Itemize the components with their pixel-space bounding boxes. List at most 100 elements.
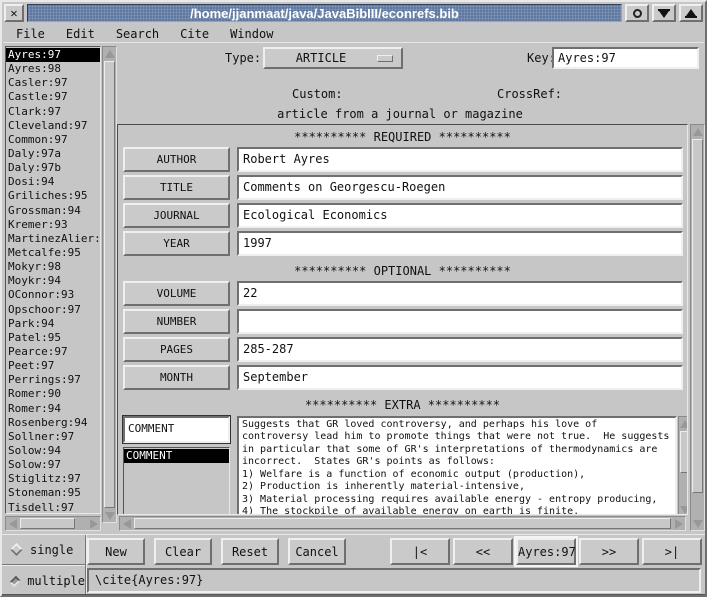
reference-list-vscrollbar[interactable] bbox=[102, 46, 117, 523]
extra-field-selector-input[interactable]: COMMENT bbox=[123, 416, 230, 443]
scroll-right-icon[interactable] bbox=[672, 517, 685, 530]
new-button[interactable]: New bbox=[87, 538, 145, 565]
reference-list-item[interactable]: Kremer:93 bbox=[6, 218, 100, 232]
scroll-trough[interactable] bbox=[691, 138, 704, 517]
reference-list-item[interactable]: Metcalfe:95 bbox=[6, 246, 100, 260]
scroll-left-icon[interactable] bbox=[120, 517, 133, 530]
maximize-button[interactable] bbox=[679, 4, 703, 22]
reference-list-item[interactable]: Solow:94 bbox=[6, 444, 100, 458]
reference-list-item[interactable]: Solow:97 bbox=[6, 458, 100, 472]
reference-list-item[interactable]: Patel:95 bbox=[6, 331, 100, 345]
reference-list-item[interactable]: Daly:97b bbox=[6, 161, 100, 175]
mode-multiple-radio[interactable]: multiple bbox=[2, 566, 85, 596]
menu-item[interactable]: Cite bbox=[180, 27, 209, 41]
reference-list-item[interactable]: Daly:97a bbox=[6, 147, 100, 161]
reference-list-item[interactable]: Casler:97 bbox=[6, 76, 100, 90]
cite-command-field[interactable]: \cite{Ayres:97} bbox=[87, 568, 701, 593]
key-input[interactable]: Ayres:97 bbox=[552, 47, 699, 69]
reference-list-item[interactable]: Common:97 bbox=[6, 133, 100, 147]
field-text-input[interactable] bbox=[237, 309, 683, 334]
reference-list-item[interactable]: Opschoor:97 bbox=[6, 303, 100, 317]
reference-list-hscrollbar[interactable] bbox=[5, 516, 101, 531]
reference-list-item[interactable]: Moykr:94 bbox=[6, 274, 100, 288]
reference-list-item[interactable]: OConnor:93 bbox=[6, 288, 100, 302]
reference-list-item[interactable]: Peet:97 bbox=[6, 359, 100, 373]
shade-button[interactable] bbox=[652, 4, 676, 22]
field-label-button[interactable]: AUTHOR bbox=[123, 147, 230, 172]
field-label-button[interactable]: NUMBER bbox=[123, 309, 230, 334]
comment-vscrollbar[interactable] bbox=[678, 416, 688, 515]
scroll-down-icon[interactable] bbox=[679, 503, 688, 515]
form-hscrollbar[interactable] bbox=[119, 516, 686, 531]
field-label-button[interactable]: VOLUME bbox=[123, 281, 230, 306]
clear-button[interactable]: Clear bbox=[154, 538, 212, 565]
scroll-trough[interactable] bbox=[133, 517, 672, 530]
type-dropdown[interactable]: ARTICLE bbox=[263, 47, 403, 69]
nav-button[interactable]: Ayres:97 bbox=[516, 538, 576, 565]
scroll-down-icon[interactable] bbox=[691, 517, 704, 530]
reference-list-item[interactable]: Sollner:97 bbox=[6, 430, 100, 444]
comment-textarea[interactable]: Suggests that GR loved controversy, and … bbox=[237, 416, 677, 515]
scroll-trough[interactable] bbox=[19, 517, 87, 530]
field-text-input[interactable]: Comments on Georgescu-Roegen bbox=[237, 175, 683, 200]
scroll-up-icon[interactable] bbox=[691, 125, 704, 138]
scroll-trough[interactable] bbox=[679, 430, 688, 503]
nav-button[interactable]: << bbox=[453, 538, 513, 565]
scroll-thumb[interactable] bbox=[680, 431, 688, 473]
scroll-thumb[interactable] bbox=[134, 518, 671, 529]
reference-list-item[interactable]: Griliches:95 bbox=[6, 189, 100, 203]
close-button[interactable]: ✕ bbox=[4, 4, 24, 22]
reference-list-item[interactable]: Stoneman:95 bbox=[6, 486, 100, 500]
reference-list-item[interactable]: Romer:94 bbox=[6, 402, 100, 416]
field-text-input[interactable]: 1997 bbox=[237, 231, 683, 256]
reference-list-item[interactable]: Tisdell:97 bbox=[6, 501, 100, 515]
menu-item[interactable]: Window bbox=[230, 27, 273, 41]
mode-single-radio[interactable]: single bbox=[2, 535, 85, 565]
reference-list-item[interactable]: Park:94 bbox=[6, 317, 100, 331]
form-vscrollbar[interactable] bbox=[690, 124, 705, 531]
reference-list-item[interactable]: Perrings:97 bbox=[6, 373, 100, 387]
cancel-button[interactable]: Cancel bbox=[288, 538, 346, 565]
reference-list-item[interactable]: Stiglitz:97 bbox=[6, 472, 100, 486]
reference-list-item[interactable]: Ayres:98 bbox=[6, 62, 100, 76]
scroll-down-icon[interactable] bbox=[103, 509, 116, 522]
scroll-left-icon[interactable] bbox=[6, 517, 19, 530]
field-label-button[interactable]: PAGES bbox=[123, 337, 230, 362]
reference-list-item[interactable]: MartinezAlier:9 bbox=[6, 232, 100, 246]
field-label-button[interactable]: JOURNAL bbox=[123, 203, 230, 228]
reference-list-item[interactable]: Dosi:94 bbox=[6, 175, 100, 189]
reset-button[interactable]: Reset bbox=[221, 538, 279, 565]
reference-list-item[interactable]: Romer:90 bbox=[6, 387, 100, 401]
field-text-input[interactable]: September bbox=[237, 365, 683, 390]
reference-list-item[interactable]: Grossman:94 bbox=[6, 204, 100, 218]
reference-list-item[interactable]: Mokyr:98 bbox=[6, 260, 100, 274]
field-text-input[interactable]: 285-287 bbox=[237, 337, 683, 362]
scroll-right-icon[interactable] bbox=[87, 517, 100, 530]
menu-item[interactable]: Edit bbox=[66, 27, 95, 41]
titlebar-drag-area[interactable]: /home/jjanmaat/java/JavaBibIII/econrefs.… bbox=[27, 4, 622, 22]
menu-item[interactable]: File bbox=[16, 27, 45, 41]
scroll-thumb[interactable] bbox=[692, 139, 703, 493]
scroll-thumb[interactable] bbox=[20, 518, 75, 529]
reference-list-item[interactable]: Rosenberg:94 bbox=[6, 416, 100, 430]
scroll-up-icon[interactable] bbox=[103, 47, 116, 60]
scroll-trough[interactable] bbox=[103, 60, 116, 509]
extra-field-list-item[interactable]: COMMENT bbox=[124, 449, 229, 463]
field-text-input[interactable]: Robert Ayres bbox=[237, 147, 683, 172]
field-text-input[interactable]: 22 bbox=[237, 281, 683, 306]
field-label-button[interactable]: MONTH bbox=[123, 365, 230, 390]
reference-list-item[interactable]: Clark:97 bbox=[6, 105, 100, 119]
field-label-button[interactable]: TITLE bbox=[123, 175, 230, 200]
reference-list-item[interactable]: Castle:97 bbox=[6, 90, 100, 104]
scroll-thumb[interactable] bbox=[104, 61, 115, 508]
iconify-button[interactable] bbox=[625, 4, 649, 22]
reference-list-item[interactable]: Pearce:97 bbox=[6, 345, 100, 359]
scroll-up-icon[interactable] bbox=[679, 417, 688, 430]
reference-list-item[interactable]: Cleveland:97 bbox=[6, 119, 100, 133]
nav-button[interactable]: |< bbox=[390, 538, 450, 565]
field-text-input[interactable]: Ecological Economics bbox=[237, 203, 683, 228]
reference-list-item[interactable]: Ayres:97 bbox=[6, 48, 100, 62]
menu-item[interactable]: Search bbox=[116, 27, 159, 41]
nav-button[interactable]: >> bbox=[579, 538, 639, 565]
nav-button[interactable]: >| bbox=[642, 538, 702, 565]
